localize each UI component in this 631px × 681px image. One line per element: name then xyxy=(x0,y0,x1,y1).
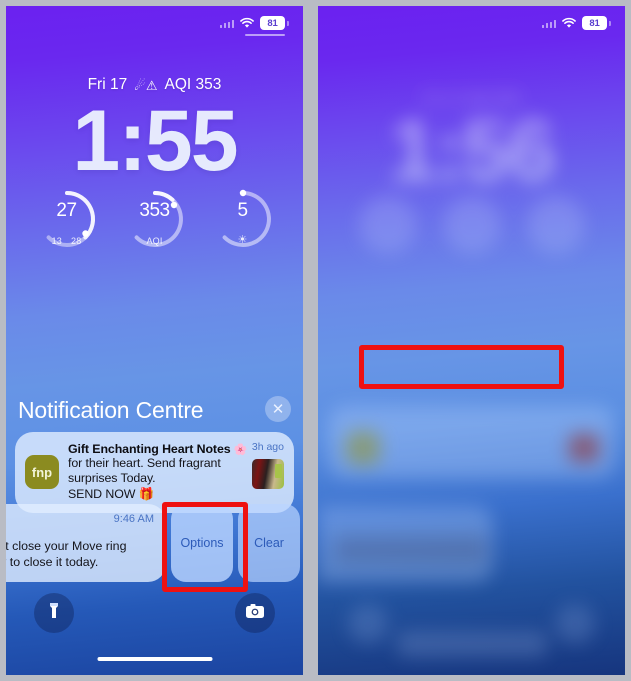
wifi-icon xyxy=(561,17,577,29)
lock-aqi-label: AQI 353 xyxy=(164,76,222,93)
weather-widget[interactable]: 27 13 28 xyxy=(36,188,98,250)
notification-meta: 3h ago xyxy=(236,441,284,502)
notification-line-2: surprises Today. xyxy=(68,471,156,486)
notification-row-fitness: 9:46 AM n't close your Move ring ry to c… xyxy=(6,503,303,583)
uv-index-widget[interactable]: 5 ☀ xyxy=(212,188,274,250)
signal-dots-icon xyxy=(219,19,234,28)
blurred-widget xyxy=(442,196,501,254)
options-button[interactable]: Options xyxy=(171,504,233,582)
uv-value: 5 xyxy=(237,200,248,221)
blurred-time: 1:56 xyxy=(389,103,555,199)
wifi-icon xyxy=(239,17,255,29)
blurred-notification-text xyxy=(336,536,486,562)
lock-date: Fri 17 xyxy=(87,76,128,93)
battery-nub-icon xyxy=(609,20,611,26)
aqi-sublabel: AQI xyxy=(146,236,163,246)
battery-indicator: 81 xyxy=(582,16,607,30)
app-icon: fnp xyxy=(25,455,59,489)
air-quality-icon: ☄⚠ xyxy=(134,77,158,93)
right-phone-screen: Fri 17 AQI 353 1:56 81 xyxy=(318,6,625,675)
swiped-notification[interactable]: 9:46 AM n't close your Move ring ry to c… xyxy=(6,504,166,582)
weather-range: 13 28 xyxy=(51,236,82,246)
notification-centre: Notification Centre ✕ fnp Gift Enchantin… xyxy=(6,392,303,675)
blurred-home-area xyxy=(396,631,547,657)
swiped-notification-time: 9:46 AM xyxy=(113,513,154,525)
lock-screen-widgets: 27 13 28 353 AQI 5 ☀ xyxy=(6,188,303,250)
lock-date-row[interactable]: Fri 17 ☄⚠ AQI 353 xyxy=(6,76,303,94)
blurred-lock-screen-content: Fri 17 AQI 353 1:56 xyxy=(318,6,625,675)
close-icon[interactable]: ✕ xyxy=(265,396,291,422)
notification-line-3: SEND NOW 🎁 xyxy=(68,486,155,501)
clear-button[interactable]: Clear xyxy=(238,504,300,582)
battery-indicator: 81 xyxy=(260,16,285,30)
gift-emoji-icon: 🎁 xyxy=(138,486,155,501)
notification-time: 3h ago xyxy=(251,441,284,453)
status-bar: 81 xyxy=(6,6,303,40)
swiped-notification-text: n't close your Move ring ry to close it … xyxy=(6,539,127,569)
notification-centre-title: Notification Centre xyxy=(18,396,204,423)
blurred-app-icon xyxy=(346,431,380,465)
air-quality-widget[interactable]: 353 AQI xyxy=(124,188,186,250)
aqi-value: 353 xyxy=(139,200,170,221)
notification-line-1: for their heart. Send fragrant xyxy=(68,456,221,470)
blurred-thumbnail xyxy=(569,434,599,462)
blurred-widget xyxy=(526,196,585,254)
notification-centre-header: Notification Centre ✕ xyxy=(6,392,303,428)
signal-dots-icon xyxy=(541,19,556,28)
battery-nub-icon xyxy=(287,20,289,26)
notification-card-fnp[interactable]: fnp Gift Enchanting Heart Notes 🌸 for th… xyxy=(15,432,294,514)
blurred-flashlight-button xyxy=(348,604,388,644)
lock-time: 1:55 xyxy=(72,93,238,189)
product-thumbnail xyxy=(252,459,284,489)
weather-value: 27 xyxy=(56,200,77,221)
left-phone-screen: 81 Fri 17 ☄⚠ AQI 353 1:55 27 13 28 353 A… xyxy=(6,6,303,675)
blurred-camera-button xyxy=(555,604,595,644)
notification-title: Gift Enchanting Heart Notes 🌸 xyxy=(68,442,248,456)
screenshot-stage: 81 Fri 17 ☄⚠ AQI 353 1:55 27 13 28 353 A… xyxy=(0,0,631,681)
blurred-widgets xyxy=(318,196,625,254)
notification-body: Gift Enchanting Heart Notes 🌸 for their … xyxy=(68,441,248,502)
blurred-widget xyxy=(358,196,417,254)
status-bar: 81 xyxy=(318,6,625,40)
sun-icon: ☀ xyxy=(237,234,248,246)
